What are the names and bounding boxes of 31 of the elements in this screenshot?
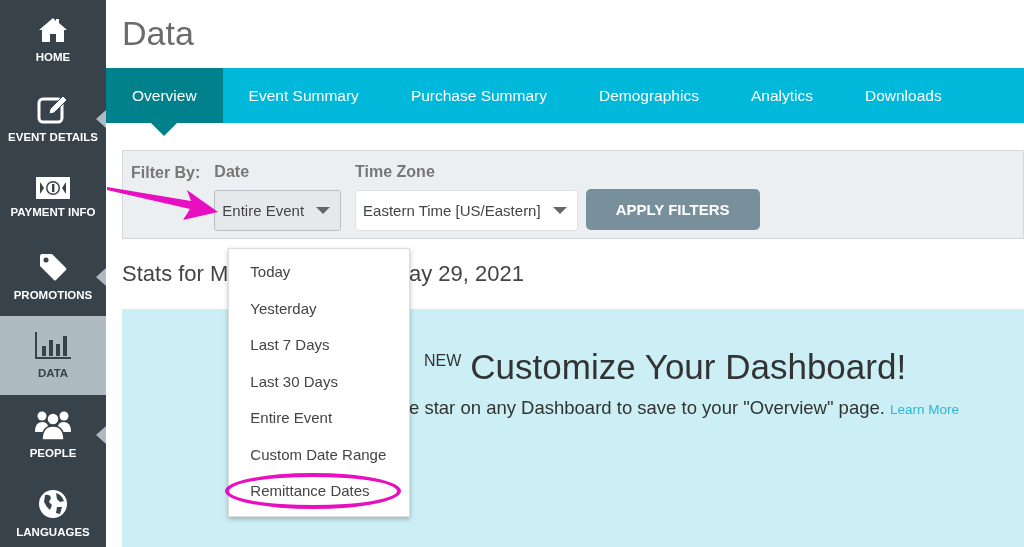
stats-heading: Stats for M (122, 261, 229, 287)
globe-icon (38, 489, 68, 519)
people-icon (34, 410, 72, 440)
date-select[interactable]: Entire Event (214, 190, 342, 231)
sidebar-item[interactable]: LANGUAGES (0, 474, 106, 547)
bar-chart-icon (34, 332, 72, 360)
sidebar-item[interactable]: DATA (0, 316, 106, 395)
menu-item[interactable]: Today (229, 256, 410, 293)
menu-item[interactable]: Last 30 Days (229, 365, 410, 402)
page-title: Data (121, 13, 195, 54)
menu-item[interactable]: Custom Date Range (229, 438, 410, 475)
caret-icon (552, 207, 567, 214)
menu-item[interactable]: Last 7 Days (229, 329, 410, 366)
menu-item[interactable]: Entire Event (229, 402, 410, 439)
tag-icon (38, 252, 68, 282)
promo-title: Customize Your Dashboard! (470, 347, 907, 387)
tab-pointer-icon (151, 123, 178, 136)
promo-text: e star on any Dashboard to save to your "Overview" page. (409, 397, 886, 418)
caret-icon (316, 207, 331, 214)
time-zone-select[interactable]: Eastern Time [US/Eastern] (355, 190, 578, 231)
filter-label: Filter By: (131, 164, 201, 183)
stats-heading: ay 29, 2021 (409, 261, 524, 287)
new-label: NEW (424, 352, 462, 370)
home-icon (37, 16, 69, 44)
banknote-icon (36, 177, 70, 199)
edit-icon (37, 94, 69, 124)
field-label: Date (214, 163, 251, 181)
menu-item[interactable]: Yesterday (229, 292, 410, 329)
sidebar-item[interactable]: PAYMENT INFO (0, 158, 106, 237)
sidebar-item[interactable]: HOME (0, 0, 106, 79)
field-label: Time Zone (355, 163, 436, 181)
